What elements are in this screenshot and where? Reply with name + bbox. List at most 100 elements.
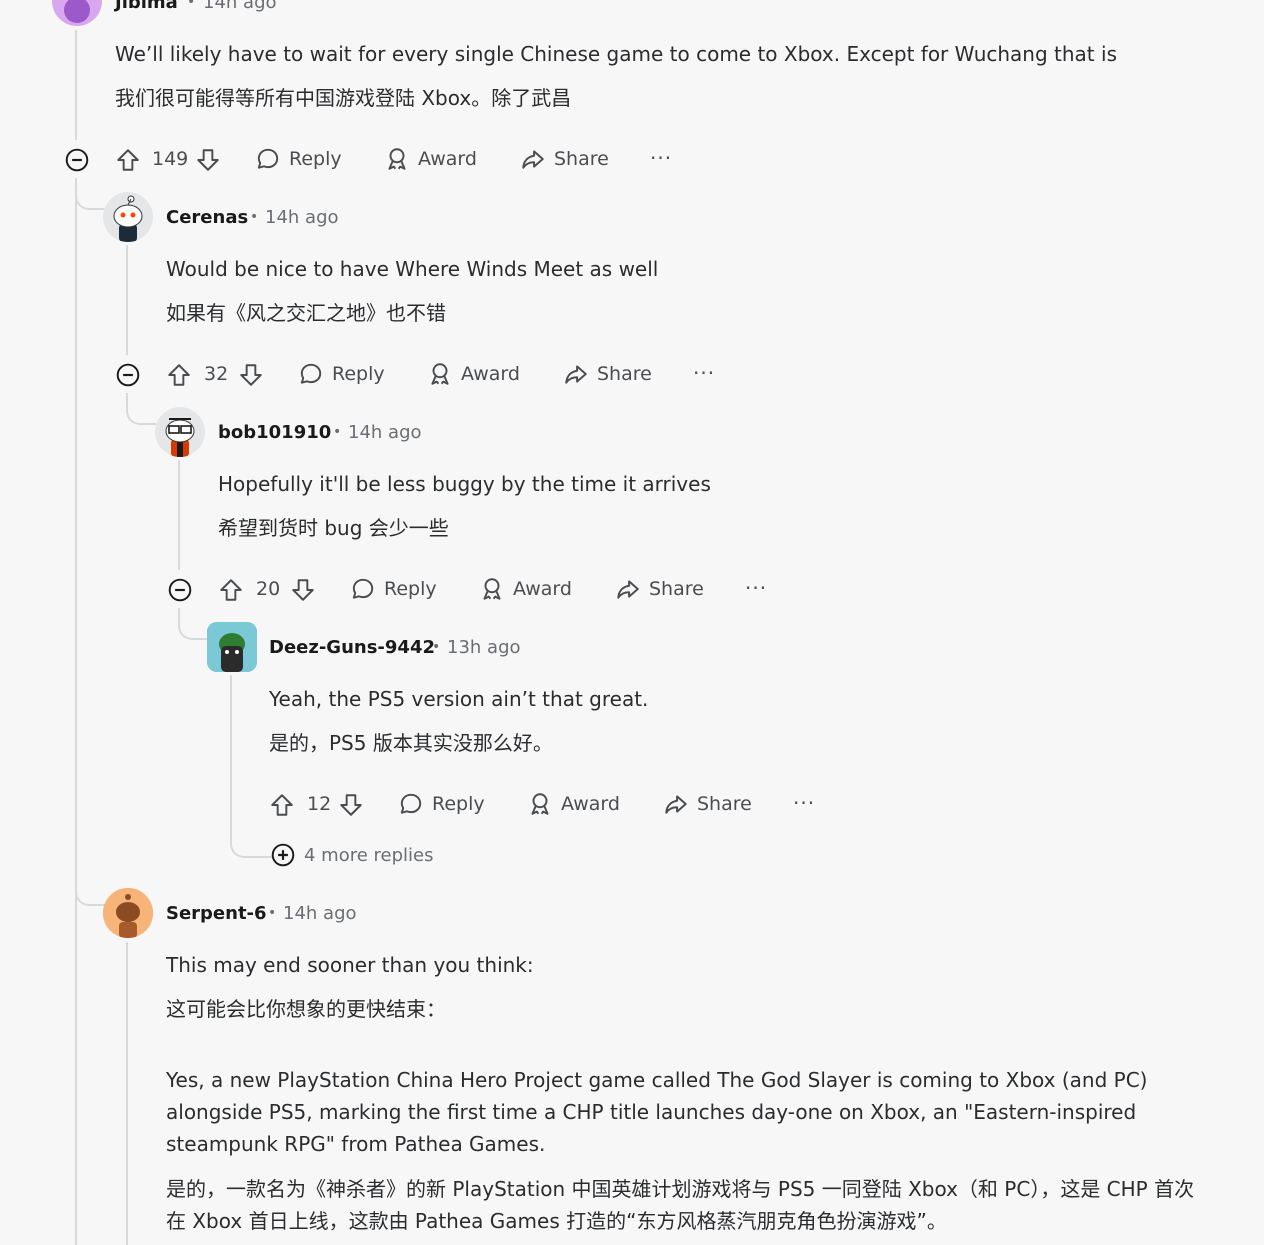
username[interactable]: Serpent-6 [166, 903, 267, 924]
vote-count: 12 [307, 793, 332, 815]
reply-label: Reply [432, 793, 485, 815]
comment-text-en: We’ll likely have to wait for every sing… [115, 42, 1117, 66]
upvote-arrow-icon [269, 792, 295, 818]
share-button[interactable]: Share [663, 791, 752, 817]
share-label: Share [697, 793, 752, 815]
share-arrow-icon [563, 361, 589, 387]
separator-dot: • [268, 905, 277, 921]
reply-label: Reply [384, 578, 437, 600]
reply-button[interactable]: Reply [398, 791, 485, 817]
downvote-arrow-icon [238, 362, 264, 388]
reply-button[interactable]: Reply [298, 361, 385, 387]
vote-count: 32 [204, 363, 229, 385]
award-label: Award [561, 793, 620, 815]
award-label: Award [418, 148, 477, 170]
minus-circle-icon [167, 577, 193, 603]
upvote-button[interactable] [165, 361, 193, 389]
reply-button[interactable]: Reply [350, 576, 437, 602]
thread-line-deez [230, 675, 232, 835]
vote-count: 149 [152, 148, 189, 170]
award-icon [384, 146, 410, 172]
award-label: Award [513, 578, 572, 600]
more-options-button[interactable]: ··· [693, 361, 715, 385]
separator-dot: • [432, 639, 441, 655]
more-options-button[interactable]: ··· [650, 146, 672, 170]
downvote-button[interactable] [289, 576, 317, 604]
share-arrow-icon [615, 576, 641, 602]
downvote-arrow-icon [338, 792, 364, 818]
comment-bubble-icon [350, 576, 376, 602]
downvote-button[interactable] [337, 791, 365, 819]
collapse-thread-button[interactable] [114, 361, 142, 389]
timestamp[interactable]: 13h ago [447, 637, 521, 658]
collapse-thread-button[interactable] [63, 146, 91, 174]
avatar[interactable] [103, 888, 153, 938]
upvote-button[interactable] [217, 576, 245, 604]
comment-text-zh: 如果有《风之交汇之地》也不错 [166, 301, 446, 325]
comment-bubble-icon [398, 791, 424, 817]
upvote-button[interactable] [268, 791, 296, 819]
timestamp[interactable]: 14h ago [265, 207, 339, 228]
collapse-thread-button[interactable] [166, 576, 194, 604]
award-button[interactable]: Award [479, 576, 572, 602]
upvote-arrow-icon [166, 362, 192, 388]
avatar[interactable] [155, 407, 205, 457]
comment-text-en: Would be nice to have Where Winds Meet a… [166, 257, 659, 281]
thread-elbow-serpent [75, 178, 105, 906]
minus-circle-icon [64, 147, 90, 173]
thread-line-serpent [126, 942, 128, 1245]
comment-text-en: Hopefully it'll be less buggy by the tim… [218, 472, 711, 496]
share-button[interactable]: Share [563, 361, 652, 387]
timestamp[interactable]: 14h ago [348, 422, 422, 443]
comment-text-zh: 这可能会比你想象的更快结束： [166, 997, 446, 1021]
vote-count: 20 [256, 578, 281, 600]
award-button[interactable]: Award [427, 361, 520, 387]
upvote-button[interactable] [114, 146, 142, 174]
avatar[interactable] [52, 0, 102, 26]
avatar[interactable] [207, 622, 257, 672]
separator-dot: • [250, 209, 259, 225]
downvote-arrow-icon [290, 577, 316, 603]
share-arrow-icon [520, 146, 546, 172]
username[interactable]: Deez-Guns-9442 [269, 637, 435, 658]
more-replies-label: 4 more replies [304, 844, 434, 866]
thread-elbow-more-replies [230, 820, 272, 858]
award-icon [427, 361, 453, 387]
share-label: Share [554, 148, 609, 170]
award-label: Award [461, 363, 520, 385]
username[interactable]: bob101910 [218, 422, 331, 443]
downvote-button[interactable] [237, 361, 265, 389]
share-label: Share [649, 578, 704, 600]
award-icon [527, 791, 553, 817]
avatar[interactable] [103, 192, 153, 242]
username[interactable]: Jibima [115, 0, 178, 13]
award-button[interactable]: Award [384, 146, 477, 172]
thread-elbow-deez [178, 608, 208, 640]
reply-button[interactable]: Reply [255, 146, 342, 172]
thread-line-cerenas [126, 245, 128, 355]
comment-text-zh: 我们很可能得等所有中国游戏登陆 Xbox。除了武昌 [115, 86, 572, 110]
award-icon [479, 576, 505, 602]
more-options-button[interactable]: ··· [793, 791, 815, 815]
comment-paragraph-zh: 是的，一款名为《神杀者》的新 PlayStation 中国英雄计划游戏将与 PS… [166, 1177, 1195, 1233]
award-button[interactable]: Award [527, 791, 620, 817]
share-arrow-icon [663, 791, 689, 817]
comment-text-en: Yeah, the PS5 version ain’t that great. [269, 687, 649, 711]
username[interactable]: Cerenas [166, 207, 248, 228]
thread-line-bob [178, 460, 180, 570]
comment-text-zh: 是的，PS5 版本其实没那么好。 [269, 731, 553, 755]
comment-bubble-icon [255, 146, 281, 172]
upvote-arrow-icon [115, 147, 141, 173]
share-button[interactable]: Share [615, 576, 704, 602]
more-options-button[interactable]: ··· [745, 576, 767, 600]
downvote-button[interactable] [194, 146, 222, 174]
more-replies-button[interactable]: 4 more replies [270, 842, 433, 868]
reply-label: Reply [332, 363, 385, 385]
share-button[interactable]: Share [520, 146, 609, 172]
thread-elbow-bob [126, 393, 156, 425]
separator-dot: • [333, 424, 342, 440]
timestamp[interactable]: 14h ago [283, 903, 357, 924]
comment-text-zh: 希望到货时 bug 会少一些 [218, 516, 449, 540]
separator-dot: • [187, 0, 196, 10]
timestamp[interactable]: 14h ago [203, 0, 277, 13]
